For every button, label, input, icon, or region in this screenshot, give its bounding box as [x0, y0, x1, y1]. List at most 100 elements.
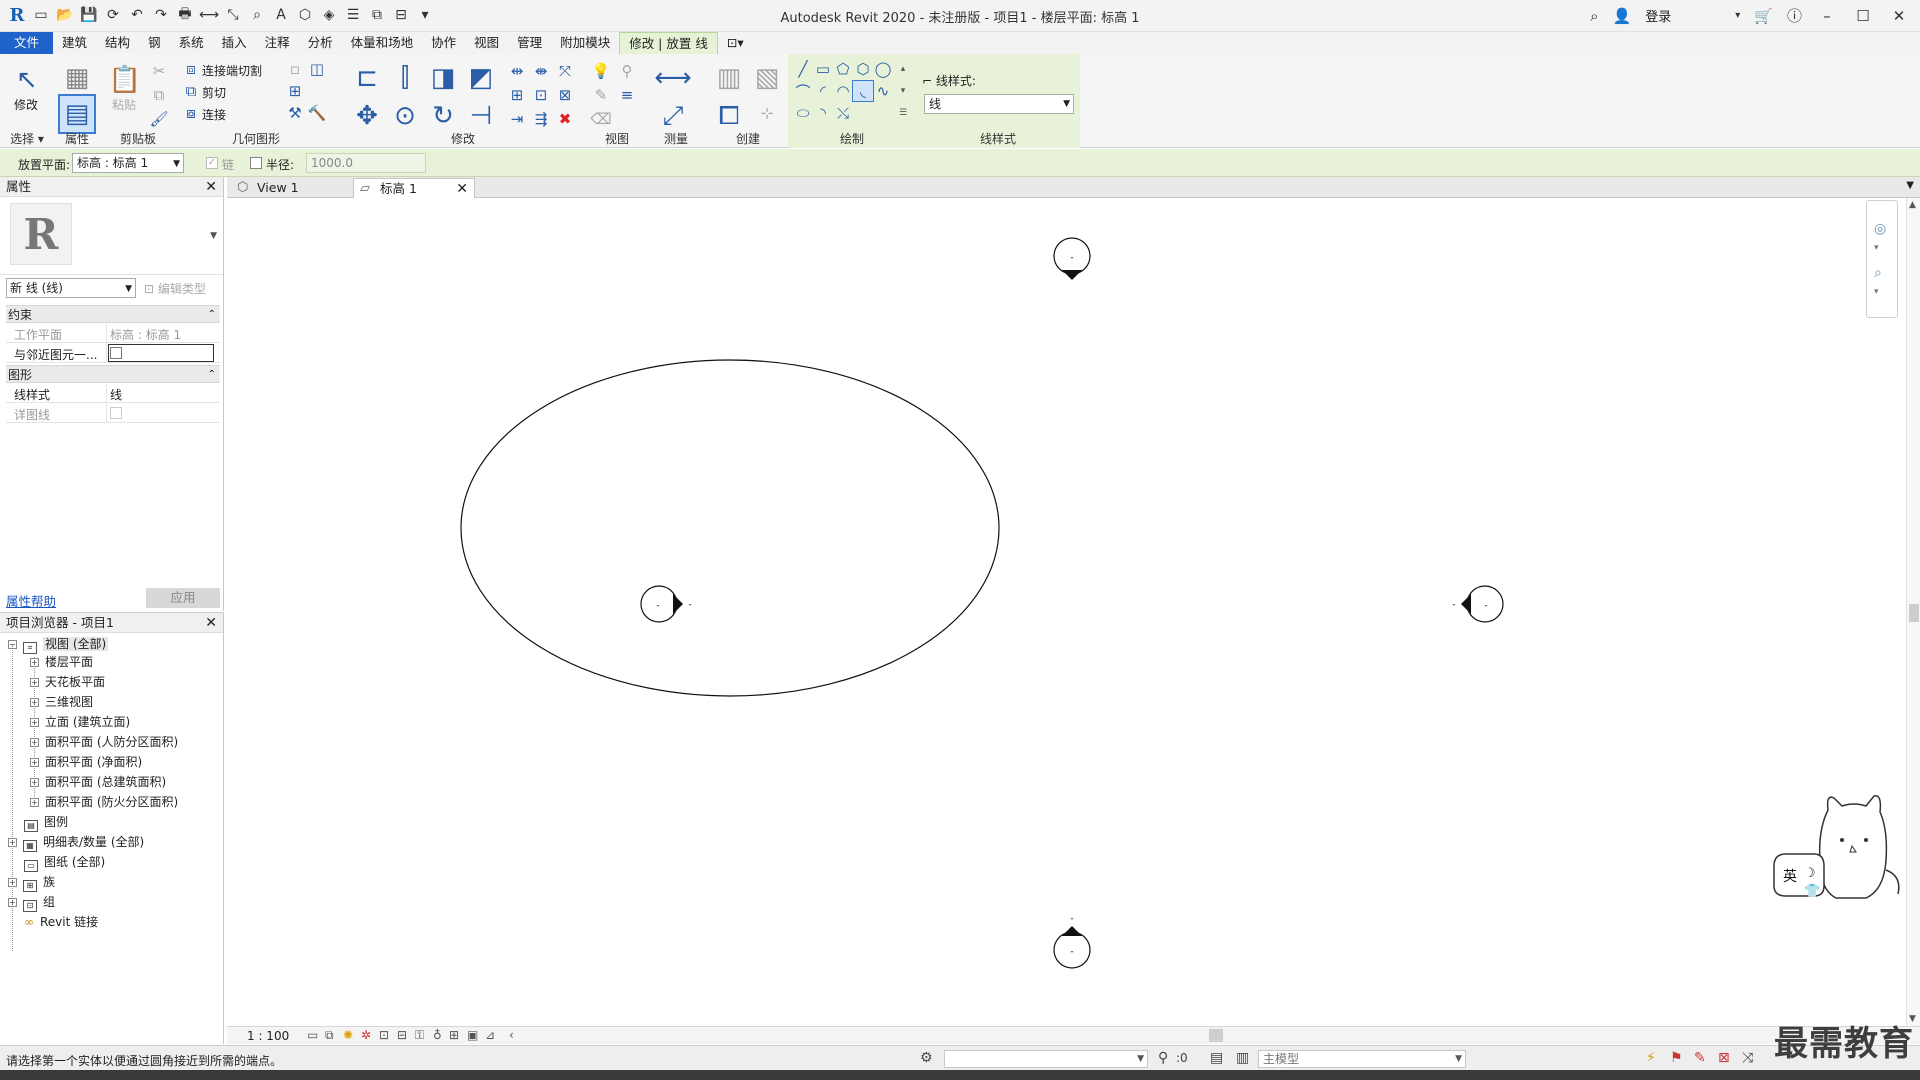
select-links-icon[interactable]: ⚡: [1646, 1050, 1656, 1066]
cope-icon[interactable]: ⧈: [180, 58, 202, 80]
paint-icon[interactable]: ◫: [306, 58, 328, 80]
search-icon[interactable]: ⌕: [1590, 7, 1598, 25]
section-icon[interactable]: ◈: [320, 6, 338, 24]
tab-manage[interactable]: 管理: [508, 32, 551, 54]
tab-structure[interactable]: 结构: [96, 32, 139, 54]
worksets-icon[interactable]: ⚙: [920, 1050, 933, 1066]
tab-modify-place-line[interactable]: 修改 | 放置 线: [619, 32, 718, 54]
tree-item-sheets[interactable]: ▭ 图纸 (全部): [24, 853, 105, 872]
group-graphics[interactable]: 图形 ⌃: [6, 365, 220, 383]
draw-partial-ellipse-icon[interactable]: ◝: [812, 102, 834, 124]
text-icon[interactable]: A: [272, 6, 290, 24]
measure-icon[interactable]: ⟷: [199, 6, 219, 24]
linestyle-dropdown[interactable]: 线 ▼: [924, 94, 1074, 114]
sync-icon[interactable]: ⟳: [104, 6, 122, 24]
close-hidden-icon[interactable]: ⧉: [368, 6, 386, 24]
expand-icon[interactable]: +: [30, 778, 39, 787]
drag-elements-icon[interactable]: ⤨: [1742, 1050, 1753, 1066]
type-selector[interactable]: R ▼: [0, 197, 223, 275]
draw-start-end-arc-icon[interactable]: ⌒: [792, 80, 814, 102]
measure-distance-icon[interactable]: ⟷: [654, 58, 692, 98]
expand-icon[interactable]: +: [30, 678, 39, 687]
radius-input[interactable]: 1000.0: [306, 153, 426, 173]
create-assembly-icon[interactable]: ▥: [710, 58, 748, 98]
chain-checkbox[interactable]: ✓: [206, 157, 218, 169]
tree-item-views-all[interactable]: − ⌗ 视图 (全部): [8, 635, 109, 654]
modify-button-label[interactable]: 修改: [14, 96, 38, 113]
override-icon[interactable]: ⚲: [616, 60, 638, 82]
cut-icon[interactable]: ✂: [148, 60, 170, 82]
modify-cursor-icon[interactable]: ↖: [8, 60, 46, 100]
draw-inscribed-polygon-icon[interactable]: ⬠: [832, 58, 854, 80]
show-crop-icon[interactable]: ⊟: [397, 1028, 407, 1042]
3d-view-icon[interactable]: ⬡: [296, 6, 314, 24]
minimize-icon[interactable]: –: [1816, 7, 1838, 25]
trim-multiple-icon[interactable]: ⇶: [530, 108, 552, 130]
draw-center-arc-icon[interactable]: ◜: [812, 80, 834, 102]
view-scale[interactable]: 1 : 100: [247, 1029, 289, 1043]
customize-qat-icon[interactable]: ▾: [416, 6, 434, 24]
tree-item-area-net[interactable]: + 面积平面 (净面积): [30, 753, 142, 771]
create-parts-icon[interactable]: ▧: [748, 58, 786, 98]
draw-line-icon[interactable]: ╱: [792, 58, 814, 80]
close-icon[interactable]: ✕: [456, 179, 468, 199]
linework-icon[interactable]: ✎: [590, 84, 612, 106]
cut-geometry-label[interactable]: 剪切: [202, 84, 226, 101]
steering-wheel-icon[interactable]: ◎: [1874, 221, 1886, 237]
copy-icon[interactable]: ⧉: [148, 84, 170, 106]
select-underlay-icon[interactable]: ⚑: [1670, 1050, 1683, 1066]
dimension-icon[interactable]: ⤡: [224, 6, 242, 24]
create-similar-icon[interactable]: ⊹: [756, 102, 778, 124]
draw-gallery-up-icon[interactable]: ▴: [892, 58, 914, 80]
paste-label[interactable]: 粘贴: [112, 96, 136, 113]
tab-steel[interactable]: 钢: [139, 32, 170, 54]
tag-icon[interactable]: ⌕: [248, 6, 266, 24]
split-element-icon[interactable]: ⇹: [506, 60, 528, 82]
analytical-model-icon[interactable]: ⊿: [485, 1028, 495, 1042]
view-tab-level1[interactable]: ▱ 标高 1 ✕: [353, 178, 475, 198]
tree-item-floor-plans[interactable]: + 楼层平面: [30, 653, 93, 671]
tab-insert[interactable]: 插入: [213, 32, 256, 54]
tree-item-area-gross[interactable]: + 面积平面 (总建筑面积): [30, 773, 166, 791]
cut-geometry-icon[interactable]: ⧉: [180, 80, 202, 102]
join-label[interactable]: 连接: [202, 106, 226, 123]
close-icon[interactable]: ✕: [1888, 7, 1910, 25]
tabs-dropdown-icon[interactable]: ▼: [1906, 180, 1914, 191]
mirror-draw-icon[interactable]: ◩: [462, 58, 500, 98]
maximize-icon[interactable]: ☐: [1852, 7, 1874, 25]
select-pinned-icon[interactable]: ✎: [1694, 1050, 1706, 1066]
print-icon[interactable]: 🖶: [176, 6, 194, 24]
editable-only-icon[interactable]: ⚲: [1158, 1050, 1168, 1066]
tree-item-families[interactable]: + ⊞ 族: [8, 873, 55, 892]
tab-addins[interactable]: 附加模块: [551, 32, 619, 54]
login-link[interactable]: 登录: [1645, 6, 1671, 25]
scroll-thumb[interactable]: [1909, 604, 1919, 622]
draw-spline-icon[interactable]: ∿: [872, 80, 894, 102]
elevation-marker-east[interactable]: - -: [1452, 585, 1504, 623]
draw-tangent-arc-icon[interactable]: ◠: [832, 80, 854, 102]
design-option-select[interactable]: 主模型 ▼: [1258, 1050, 1466, 1068]
draw-gallery-more-icon[interactable]: ☰: [892, 102, 914, 124]
vertical-scrollbar[interactable]: ▲ ▼: [1906, 198, 1920, 1026]
eraser-icon[interactable]: ⌫: [590, 108, 612, 130]
temporary-properties-icon[interactable]: ▣: [467, 1028, 478, 1042]
expand-icon[interactable]: +: [8, 898, 17, 907]
design-option-set-icon[interactable]: ▥: [1236, 1050, 1249, 1066]
edit-type-button[interactable]: ⊡ 编辑类型: [144, 280, 206, 297]
offset-icon[interactable]: ⫿: [386, 58, 424, 98]
detail-level-icon[interactable]: ▭: [307, 1028, 318, 1042]
placement-plane-select[interactable]: 标高 : 标高 1 ▼: [72, 153, 184, 173]
properties-icon[interactable]: ▤: [58, 94, 96, 134]
ime-language-label[interactable]: 英: [1783, 866, 1797, 886]
paint-bucket-icon[interactable]: 🔨: [306, 102, 328, 124]
ime-mascot[interactable]: [1770, 790, 1906, 910]
properties-help-link[interactable]: 属性帮助: [6, 591, 56, 610]
expand-icon[interactable]: +: [30, 738, 39, 747]
switch-windows-icon[interactable]: ⊟: [392, 6, 410, 24]
adjacent-checkbox[interactable]: [110, 347, 122, 359]
chevron-down-icon[interactable]: ▾: [1735, 10, 1740, 21]
expand-icon[interactable]: +: [8, 878, 17, 887]
chevron-down-icon[interactable]: ▾: [1874, 287, 1879, 297]
expand-icon[interactable]: +: [8, 838, 17, 847]
ellipse-line[interactable]: [460, 359, 1000, 697]
